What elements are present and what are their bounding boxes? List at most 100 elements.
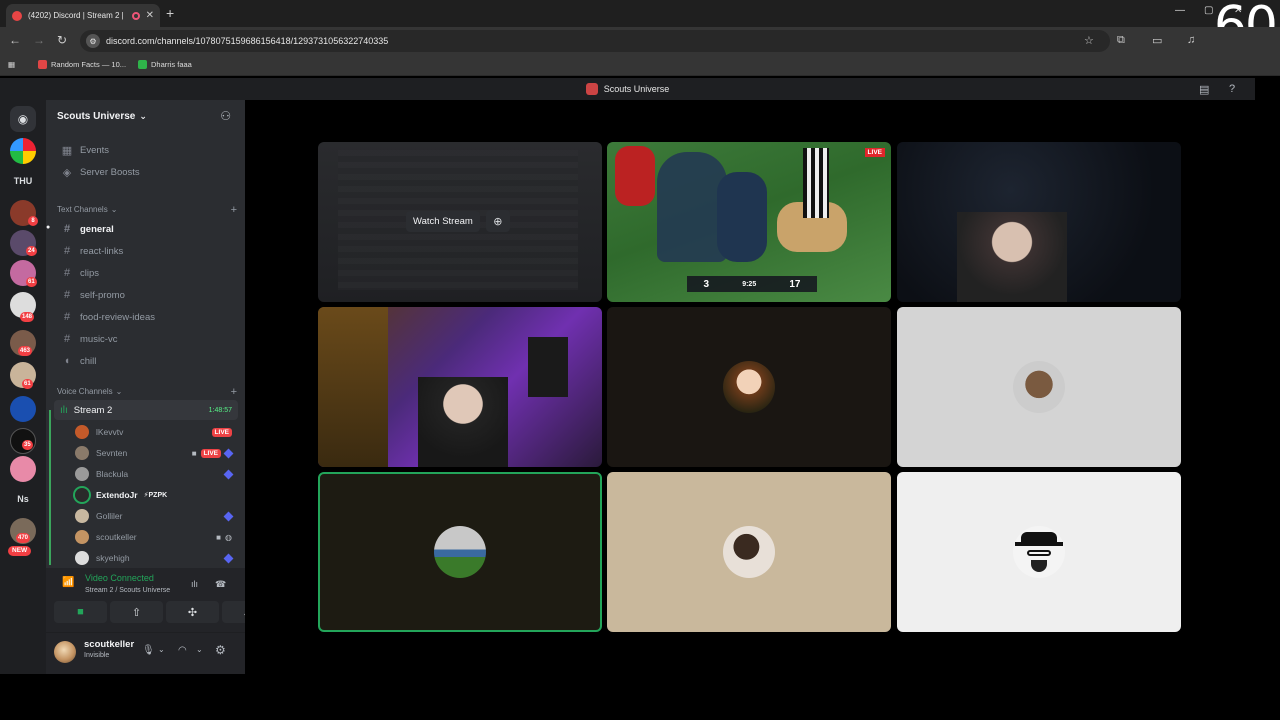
football-stream-tile[interactable]: LIVE 3 9:25 17 <box>607 142 891 302</box>
nitro-gem-icon <box>223 553 234 563</box>
watch-stream-group: Watch Stream ⊕ <box>406 210 510 232</box>
inbox-icon[interactable]: ▤ <box>1199 83 1209 96</box>
voice-action-buttons: ■ ⇧ ✣ ♬ <box>54 601 275 623</box>
voice-user[interactable]: skyehigh <box>75 548 238 568</box>
bookmark-random-facts[interactable]: Random Facts — 10... <box>38 60 126 69</box>
server-icon[interactable] <box>10 138 36 164</box>
voice-channels-category[interactable]: Voice Channels ⌄ + <box>57 386 237 398</box>
address-bar[interactable]: ⚙ discord.com/channels/10780751596861564… <box>80 30 1110 52</box>
channel-self-promo[interactable]: # self-promo <box>52 285 240 305</box>
glasses-shape <box>1027 550 1051 556</box>
voice-user[interactable]: lKevvtv LIVE <box>75 422 238 442</box>
avatar-tile[interactable] <box>897 472 1181 632</box>
channel-label: react-links <box>80 245 124 257</box>
server-icon[interactable] <box>10 456 36 482</box>
settings-gear-icon[interactable]: ⚙ <box>215 643 226 657</box>
server-label[interactable]: Ns <box>8 494 38 504</box>
sidebar-item-label: Events <box>80 144 110 156</box>
channel-label: self-promo <box>80 289 125 301</box>
channel-clips[interactable]: # clips <box>52 263 240 283</box>
invite-people-icon[interactable]: ⚇ <box>220 109 231 123</box>
close-tab-icon[interactable]: ✕ <box>146 10 154 21</box>
avatar-tile[interactable] <box>897 307 1181 467</box>
bookmark-dharris[interactable]: Dharris faaa <box>138 60 192 69</box>
hat-brim-shape <box>1015 542 1063 546</box>
chevron-down-icon[interactable]: ⌄ <box>196 645 203 654</box>
screen-share-button[interactable]: ⇧ <box>110 601 163 623</box>
signal-icon: 📶 <box>62 577 75 588</box>
game-clock: 9:25 <box>742 280 757 288</box>
reload-icon[interactable]: ↻ <box>57 33 67 47</box>
avatar <box>75 551 89 565</box>
cast-icon[interactable]: ▭ <box>1152 34 1162 47</box>
forward-icon[interactable]: → <box>33 33 45 47</box>
microphone-icon[interactable]: 🎙 <box>142 645 155 656</box>
channel-react-links[interactable]: # react-links <box>52 241 240 261</box>
browser-tab-bar: (4202) Discord | Stream 2 | ✕ + — ▢ ✕ 60 <box>0 0 1280 56</box>
channel-food-review-ideas[interactable]: # food-review-ideas <box>52 307 240 327</box>
server-name: Scouts Universe <box>57 111 136 122</box>
site-info-icon[interactable]: ⚙ <box>86 34 100 48</box>
channel-chill[interactable]: ◖ chill <box>52 351 240 371</box>
voice-user[interactable]: Golliler <box>75 506 238 526</box>
mention-badge: 148 <box>20 312 35 322</box>
sidebar-item-events[interactable]: ▦ Events <box>52 140 240 160</box>
help-icon[interactable]: ? <box>1229 83 1235 95</box>
camera-button[interactable]: ■ <box>54 601 107 623</box>
discord-favicon-icon <box>12 10 22 21</box>
channel-music-vc[interactable]: # music-vc <box>52 329 240 349</box>
new-tab-icon[interactable]: + <box>166 5 174 21</box>
voice-channel-stream-2[interactable]: ılı Stream 2 1:48:57 <box>54 400 238 420</box>
bookmark-star-icon[interactable]: ☆ <box>1084 34 1094 47</box>
sidebar-item-server-boosts[interactable]: ◈ Server Boosts <box>52 162 240 182</box>
media-icon[interactable]: ♫ <box>1187 34 1195 46</box>
webcam-person <box>418 377 508 467</box>
server-header[interactable]: Scouts Universe ⌄ ⚇ <box>46 100 245 133</box>
voice-user[interactable]: Blackula <box>75 464 238 484</box>
chevron-down-icon[interactable]: ⌄ <box>158 645 165 654</box>
webcam-tile[interactable] <box>897 142 1181 302</box>
hash-icon: # <box>63 267 71 279</box>
disconnect-icon[interactable]: ☎ <box>215 579 226 590</box>
minimize-icon[interactable]: — <box>1175 5 1185 16</box>
back-icon[interactable]: ← <box>9 33 21 47</box>
activities-button[interactable]: ✣ <box>166 601 219 623</box>
create-channel-icon[interactable]: + <box>231 386 237 398</box>
popout-icon[interactable]: ⊕ <box>485 210 510 232</box>
voice-user[interactable]: scoutkeller ■ ◍ <box>75 527 238 547</box>
user-status: Invisible <box>84 652 110 659</box>
avatar[interactable] <box>54 641 76 663</box>
channel-label: clips <box>80 267 100 279</box>
webcam-tile[interactable] <box>318 307 602 467</box>
voice-status[interactable]: Video Connected <box>85 573 154 583</box>
create-channel-icon[interactable]: + <box>231 204 237 216</box>
extensions-icon[interactable]: ⧉ <box>1117 34 1125 47</box>
watch-stream-button[interactable]: Watch Stream <box>406 210 480 232</box>
server-label[interactable]: THU <box>8 176 38 186</box>
channel-general[interactable]: # general <box>52 219 240 239</box>
stream-tile[interactable]: Watch Stream ⊕ <box>318 142 602 302</box>
browser-tab[interactable]: (4202) Discord | Stream 2 | ✕ <box>6 4 160 27</box>
server-rail: ◉ THU 8 24 61 148 463 61 35 Ns 470 NEW <box>0 100 46 674</box>
avatar-tile[interactable] <box>607 472 891 632</box>
voice-user[interactable]: ExtendoJr ⚡PZPK <box>75 485 238 505</box>
avatar-tile[interactable] <box>607 307 891 467</box>
noise-suppression-icon[interactable]: ılı <box>191 579 198 589</box>
discord-home-icon[interactable]: ◉ <box>10 106 36 132</box>
channel-label: music-vc <box>80 333 118 345</box>
headphones-icon[interactable]: ◠ <box>178 645 187 656</box>
avatar <box>75 446 89 460</box>
channel-label: chill <box>80 355 97 367</box>
server-icon[interactable] <box>10 396 36 422</box>
muted-icon: ◍ <box>225 532 232 542</box>
score-home: 17 <box>789 278 801 290</box>
text-channels-category[interactable]: Text Channels ⌄ + <box>57 204 237 216</box>
hash-icon: # <box>63 289 71 301</box>
voice-location[interactable]: Stream 2 / Scouts Universe <box>85 587 170 594</box>
maximize-icon[interactable]: ▢ <box>1204 5 1213 16</box>
avatar-tile-speaking[interactable] <box>318 472 602 632</box>
username[interactable]: scoutkeller <box>84 639 134 650</box>
category-label: Text Channels <box>57 205 108 214</box>
apps-icon[interactable]: ▦ <box>8 60 15 69</box>
voice-user[interactable]: Sevnten ■ LIVE <box>75 443 238 463</box>
